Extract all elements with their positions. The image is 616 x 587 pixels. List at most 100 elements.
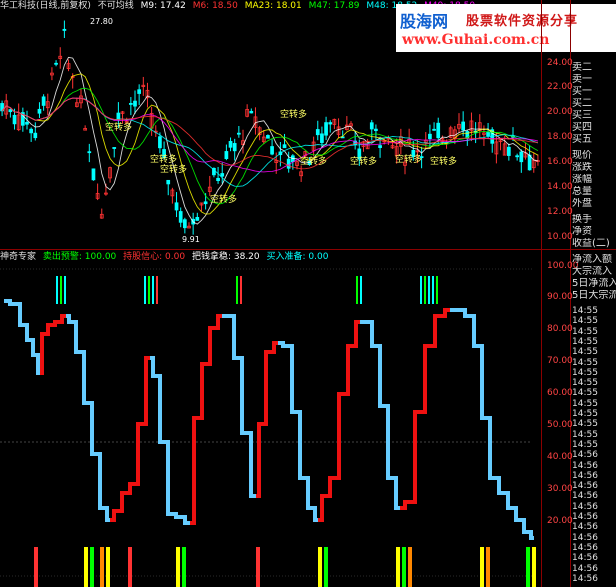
oscillator-segment (288, 344, 296, 414)
axis-tick-label: 20.00 (547, 107, 573, 117)
sell-warning-bar (148, 276, 150, 304)
indicator-item: 卖出预警: 100.00 (42, 252, 117, 262)
candle-body (527, 154, 532, 171)
candle-body (224, 151, 229, 160)
candle-body (182, 219, 187, 229)
candle-body (228, 141, 233, 148)
signal-annotation: 空转多 (350, 155, 377, 167)
quote-label: 买二 (572, 98, 592, 109)
axis-divider (541, 0, 542, 587)
buy-signal-bar (182, 547, 186, 587)
sell-warning-bar (152, 276, 154, 304)
candle-body (374, 128, 378, 132)
axis-tick-label: 10.00 (547, 232, 573, 242)
oscillator-segment (376, 344, 384, 408)
oscillator-segment (30, 338, 36, 357)
oscillator-segment (118, 491, 126, 513)
sell-warning-bar (56, 276, 58, 304)
flow-label: 净流入额 (572, 254, 612, 265)
buy-signal-bar (480, 547, 484, 587)
axis-tick-label: 90.00 (547, 292, 573, 302)
oscillator-segment (528, 530, 534, 540)
axis-tick-label: 100.00 (547, 261, 579, 271)
sell-warning-bar (428, 276, 430, 304)
candle-body (133, 100, 137, 107)
stat-label: 涨跌 (572, 162, 592, 173)
ma-item: M47: 17.89 (308, 1, 360, 11)
candle-body (282, 144, 287, 149)
sell-warning-bar (436, 276, 438, 304)
oscillator-segment (420, 344, 430, 414)
oscillator-segment (352, 320, 360, 348)
oscillator-segment (150, 356, 156, 378)
sell-warning-bar (356, 276, 358, 304)
oscillator-segment (312, 506, 318, 522)
oscillator-segment (164, 440, 172, 516)
ma-item: MA23: 18.01 (244, 1, 302, 11)
candle-body (41, 96, 46, 106)
panel-divider (0, 249, 616, 250)
oscillator-segment (126, 482, 134, 495)
axis-tick-label: 80.00 (547, 324, 573, 334)
oscillator-segment (478, 344, 486, 420)
oscillator-segment (230, 314, 238, 360)
candle-body (174, 202, 179, 211)
axis-tick-label: 50.00 (547, 420, 573, 430)
oscillator-segment (172, 512, 180, 519)
axis-tick-label: 14.00 (547, 182, 573, 192)
buy-signal-bar (402, 547, 406, 587)
candle-body (166, 179, 171, 185)
indicator-title: 神奇专家 (0, 252, 37, 262)
oscillator-segment (430, 314, 440, 348)
indicator-chart[interactable]: 涨停涨财 (0, 263, 540, 587)
oscillator-segment (460, 308, 470, 318)
stat-label: 收益(二) (572, 238, 610, 249)
oscillator-segment (58, 314, 66, 324)
axis-tick-label: 22.00 (547, 82, 573, 92)
oscillator-segment (470, 314, 478, 348)
buy-signal-bar (128, 547, 132, 587)
sell-warning-bar (420, 276, 422, 304)
stat-label: 总量 (572, 186, 592, 197)
candle-body (54, 62, 58, 65)
candle-body (62, 28, 67, 31)
oscillator-segment (104, 506, 110, 522)
candle-body (519, 151, 524, 163)
candle-body (87, 151, 92, 154)
indicator-item: 持股信心: 0.00 (123, 252, 186, 262)
axis-tick-label: 70.00 (547, 356, 573, 366)
oscillator-segment (52, 320, 58, 327)
buy-signal-bar (176, 547, 180, 587)
oscillator-segment (96, 452, 104, 510)
candle-body (216, 177, 220, 182)
candle-body (315, 129, 320, 136)
candle-body (178, 211, 183, 223)
oscillator-segment (270, 341, 278, 354)
axis-tick-label: 30.00 (547, 484, 573, 494)
oscillator-segment (238, 356, 246, 435)
candle-body (461, 121, 466, 131)
axis-tick-label: 60.00 (547, 388, 573, 398)
sell-warning-bar (432, 276, 434, 304)
candle-body (29, 128, 34, 134)
candle-body (324, 122, 328, 136)
candle-body (12, 114, 17, 125)
candle-body (428, 133, 432, 140)
oscillator-segment (214, 314, 222, 330)
candle-body (236, 132, 241, 135)
quote-label: 买四 (572, 122, 592, 133)
candle-body (249, 110, 254, 114)
quote-label: 买一 (572, 86, 592, 97)
sell-warning-bar (424, 276, 426, 304)
buy-signal-bar (486, 547, 490, 587)
candle-body (203, 201, 208, 205)
oscillator-segment (142, 356, 150, 426)
candlestick-chart[interactable]: 空转多空转多空转多空转多空转多空转多 空转多 空转多 空转多27.809.91 (0, 12, 540, 248)
buy-signal-bar (256, 547, 260, 587)
oscillator-segment (334, 392, 344, 480)
candle-body (266, 135, 270, 139)
candle-body (137, 89, 142, 94)
signal-annotation: 空转多 (105, 121, 132, 133)
candle-body (432, 128, 436, 131)
buy-signal-bar (90, 547, 94, 587)
